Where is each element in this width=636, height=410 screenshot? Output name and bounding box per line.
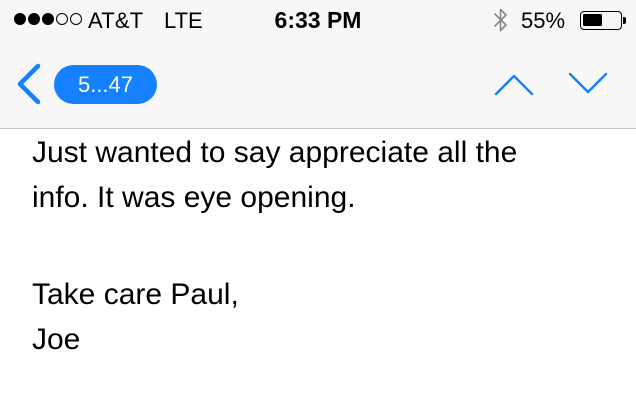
battery-cap xyxy=(623,17,626,24)
message-line: info. It was eye opening. xyxy=(32,181,356,214)
message-closing: Take care Paul, xyxy=(32,278,239,311)
chevron-down-icon[interactable] xyxy=(566,66,610,100)
message-line: Just wanted to say appreciate all the xyxy=(32,136,518,169)
battery-icon xyxy=(580,11,622,30)
message-counter-button[interactable]: 5...47 xyxy=(54,65,157,104)
bluetooth-icon xyxy=(494,8,507,32)
top-bar: AT&T LTE 6:33 PM 55% 5...47 xyxy=(0,0,636,129)
mail-message-screen: AT&T LTE 6:33 PM 55% 5...47 Just wanted … xyxy=(0,0,636,410)
battery-percent: 55% xyxy=(521,8,566,33)
message-body: Just wanted to say appreciate all the in… xyxy=(32,130,622,362)
message-signature: Joe xyxy=(32,323,81,356)
chevron-up-icon[interactable] xyxy=(492,66,536,100)
status-bar: AT&T LTE 6:33 PM 55% xyxy=(0,0,636,40)
chevron-left-icon[interactable] xyxy=(12,62,46,106)
battery-level-fill xyxy=(583,14,602,26)
